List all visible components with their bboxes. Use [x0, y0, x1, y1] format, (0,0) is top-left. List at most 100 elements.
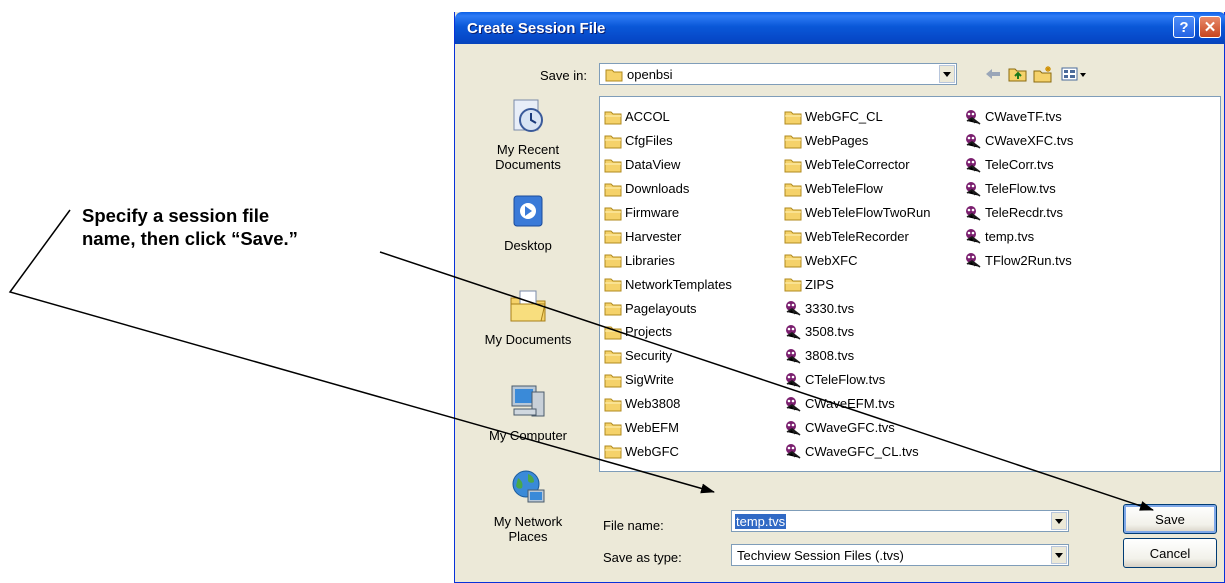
folder-item[interactable]: Pagelayouts — [604, 296, 732, 320]
folder-icon — [784, 207, 802, 220]
folder-name: WebGFC_CL — [805, 109, 883, 125]
folder-item[interactable]: ACCOL — [604, 105, 732, 129]
file-item[interactable]: 3808.tvs — [784, 344, 930, 368]
folder-name: NetworkTemplates — [625, 276, 732, 292]
new-folder-icon[interactable] — [1033, 65, 1053, 83]
file-item[interactable]: CWaveTF.tvs — [964, 105, 1073, 129]
folder-icon — [604, 135, 622, 149]
folder-icon — [604, 422, 622, 436]
up-folder-icon[interactable] — [1008, 65, 1028, 83]
folder-item[interactable]: CfgFiles — [604, 129, 732, 153]
file-name: TFlow2Run.tvs — [985, 252, 1072, 268]
folder-name: ZIPS — [805, 276, 834, 292]
file-name: 3508.tvs — [805, 324, 855, 340]
file-item[interactable]: TeleFlow.tvs — [964, 177, 1073, 201]
chevron-down-icon[interactable] — [1051, 546, 1067, 564]
folder-icon — [784, 183, 802, 197]
chevron-down-icon[interactable] — [939, 65, 955, 83]
folder-item[interactable]: WebTeleFlow — [784, 177, 930, 201]
cancel-button[interactable]: Cancel — [1123, 538, 1217, 568]
folder-item[interactable]: ZIPS — [784, 272, 930, 296]
folder-item[interactable]: WebTeleFlowTwoRun — [784, 201, 930, 225]
folder-item[interactable]: DataView — [604, 153, 732, 177]
folder-icon — [604, 374, 622, 388]
folder-icon — [604, 445, 622, 459]
save-as-type-dropdown[interactable]: Techview Session Files (.tvs) — [731, 544, 1069, 566]
help-icon[interactable]: ? — [1173, 16, 1195, 38]
folder-item[interactable]: NetworkTemplates — [604, 272, 732, 296]
folder-icon — [604, 111, 622, 125]
place-label: My Network — [493, 514, 563, 529]
file-item[interactable]: TFlow2Run.tvs — [964, 248, 1073, 272]
session-file-icon — [786, 396, 801, 412]
folder-item[interactable]: WebTeleRecorder — [784, 224, 930, 248]
folder-icon — [604, 159, 622, 173]
file-item[interactable]: CTeleFlow.tvs — [784, 368, 930, 392]
file-item[interactable]: CWaveEFM.tvs — [784, 392, 930, 416]
folder-item[interactable]: WebEFM — [604, 416, 732, 440]
folder-name: Projects — [625, 324, 672, 340]
folder-name: WebGFC — [625, 443, 679, 459]
file-item[interactable]: TeleRecdr.tvs — [964, 201, 1073, 225]
file-name: CWaveXFC.tvs — [985, 133, 1074, 149]
file-item[interactable]: TeleCorr.tvs — [964, 153, 1073, 177]
file-name: CWaveEFM.tvs — [805, 396, 895, 412]
save-in-dropdown[interactable]: openbsi — [599, 63, 957, 85]
folder-item[interactable]: WebPages — [784, 129, 930, 153]
place-my-network-places[interactable]: My Network Places — [467, 468, 589, 544]
place-my-recent-documents[interactable]: My Recent Documents — [467, 96, 589, 172]
file-name-label: File name: — [603, 518, 664, 533]
file-item[interactable]: CWaveXFC.tvs — [964, 129, 1073, 153]
folder-item[interactable]: Web3808 — [604, 392, 732, 416]
file-name: 3330.tvs — [805, 300, 855, 316]
file-item[interactable]: temp.tvs — [964, 224, 1073, 248]
place-label: My Computer — [488, 428, 568, 443]
folder-item[interactable]: Downloads — [604, 177, 732, 201]
file-column-3: CWaveTF.tvs CWaveXFC.tvs TeleCorr.tvs TeleF… — [964, 105, 1073, 272]
session-file-icon — [786, 324, 801, 340]
session-file-icon — [786, 372, 801, 388]
folder-item[interactable]: WebXFC — [784, 248, 930, 272]
folder-name: WebPages — [805, 133, 869, 149]
place-my-documents[interactable]: My Documents — [467, 286, 589, 347]
folder-icon — [784, 230, 802, 244]
file-name: TeleCorr.tvs — [985, 157, 1054, 173]
folder-icon — [604, 278, 622, 292]
chevron-down-icon[interactable] — [1051, 512, 1067, 530]
folder-name: WebTeleRecorder — [805, 228, 909, 244]
folder-icon — [604, 326, 622, 340]
file-list[interactable]: ACCOL CfgFiles DataView Downloads Firmware Ha… — [599, 96, 1221, 472]
close-icon[interactable]: ✕ — [1199, 16, 1221, 38]
file-name: CWaveTF.tvs — [985, 109, 1062, 125]
folder-item[interactable]: Security — [604, 344, 732, 368]
folder-icon — [604, 230, 622, 244]
back-arrow-icon[interactable] — [983, 65, 1003, 83]
session-file-icon — [966, 205, 981, 221]
folder-icon — [604, 254, 622, 268]
folder-item[interactable]: Firmware — [604, 201, 732, 225]
folder-item[interactable]: SigWrite — [604, 368, 732, 392]
place-label: Documents — [495, 157, 561, 172]
folder-item[interactable]: Libraries — [604, 248, 732, 272]
folder-icon — [784, 159, 802, 173]
file-name-input[interactable]: temp.tvs — [731, 510, 1069, 532]
file-item[interactable]: CWaveGFC_CL.tvs — [784, 439, 930, 463]
file-item[interactable]: 3330.tvs — [784, 296, 930, 320]
file-name-value: temp.tvs — [735, 514, 787, 529]
place-desktop[interactable]: Desktop — [467, 192, 589, 253]
file-item[interactable]: 3508.tvs — [784, 320, 930, 344]
save-in-label: Save in: — [540, 68, 587, 83]
folder-name: CfgFiles — [625, 133, 673, 149]
folder-item[interactable]: Projects — [604, 320, 732, 344]
save-button[interactable]: Save — [1123, 504, 1217, 534]
title-bar[interactable]: Create Session File ? ✕ — [455, 12, 1225, 44]
my-documents-icon — [510, 290, 546, 322]
folder-item[interactable]: WebGFC — [604, 439, 732, 463]
my-computer-icon — [511, 385, 545, 417]
file-item[interactable]: CWaveGFC.tvs — [784, 416, 930, 440]
folder-item[interactable]: WebGFC_CL — [784, 105, 930, 129]
folder-item[interactable]: Harvester — [604, 224, 732, 248]
view-menu-icon[interactable] — [1061, 65, 1087, 83]
place-my-computer[interactable]: My Computer — [467, 382, 589, 443]
folder-item[interactable]: WebTeleCorrector — [784, 153, 930, 177]
